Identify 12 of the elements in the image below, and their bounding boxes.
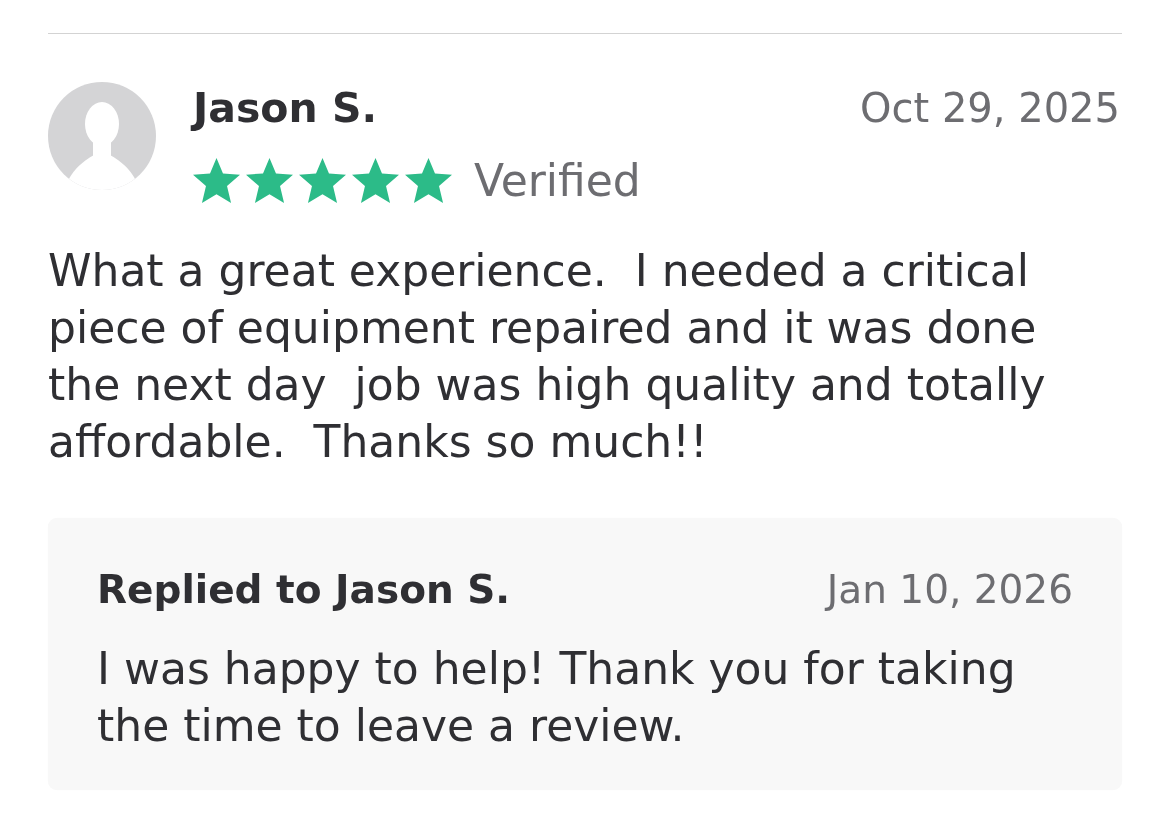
reply-date: Jan 10, 2026: [826, 566, 1073, 614]
star-icon: [193, 158, 240, 203]
review-date: Oct 29, 2025: [860, 84, 1120, 133]
verified-label: Verified: [474, 154, 641, 207]
person-silhouette-icon: [48, 82, 156, 190]
star-icon: [246, 158, 293, 203]
star-icon: [405, 158, 452, 203]
reply-title: Replied to Jason S.: [97, 566, 511, 614]
reply-text: I was happy to help! Thank you for taking the time to leave a review.: [97, 642, 1017, 753]
star-icon: [299, 158, 346, 203]
star-icon: [352, 158, 399, 203]
review-text: What a great experience. I needed a critical piece of equipment repaired and it was done the next day job was high quality and totally affordable. Thanks so much!!: [48, 244, 1047, 469]
